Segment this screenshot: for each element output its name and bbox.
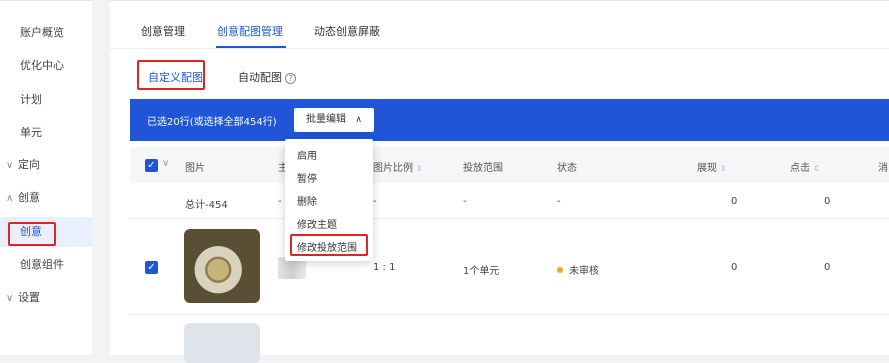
status-text: 未审核 <box>569 266 599 277</box>
batch-edit-button[interactable]: 批量编辑 ∧ <box>294 108 374 132</box>
total-theme: - <box>278 196 282 207</box>
row-clicks: 0 <box>824 262 831 273</box>
sidebar-item-unit[interactable]: 单元 <box>0 118 92 148</box>
main-panel: 创意管理 创意配图管理 动态创意屏蔽 自定义配图 自动配图? 已选20行(或选择… <box>110 0 889 363</box>
sidebar-group-settings[interactable]: ∨ 设置 <box>0 283 92 313</box>
sidebar-item-label: 创意组件 <box>20 258 64 271</box>
column-header-label: 展现 <box>697 163 717 174</box>
menu-item-pause[interactable]: 暂停 <box>297 170 317 185</box>
total-status: - <box>557 196 561 207</box>
sidebar-item-label: 单元 <box>20 126 42 139</box>
tab-creative-management[interactable]: 创意管理 <box>141 23 185 39</box>
status-dot-icon <box>557 267 563 273</box>
row-ratio: 1 : 1 <box>373 262 396 273</box>
select-all-checkbox[interactable]: ✓ <box>145 159 158 172</box>
subtab-auto-images[interactable]: 自动配图? <box>238 69 296 85</box>
column-header-status: 状态 <box>557 163 577 174</box>
sidebar-item-label: 创意 <box>18 191 40 204</box>
sort-icon: ⇕ <box>720 164 727 173</box>
sidebar-item-creative-components[interactable]: 创意组件 <box>0 250 92 280</box>
chevron-down-icon[interactable]: ∨ <box>162 158 169 169</box>
sidebar-item-account-overview[interactable]: 账户概览 <box>0 18 92 48</box>
sidebar-item-label: 优化中心 <box>20 59 64 72</box>
tab-bar: 创意管理 创意配图管理 动态创意屏蔽 <box>110 1 889 49</box>
column-header-ratio[interactable]: 图片比例 ⇕ <box>373 159 423 174</box>
menu-item-enable[interactable]: 启用 <box>297 147 317 162</box>
column-header-clicks[interactable]: 点击 ⇕ <box>790 159 820 174</box>
row-scope[interactable]: 1个单元 <box>463 262 499 277</box>
sidebar-item-label: 计划 <box>20 93 42 106</box>
active-tab-underline <box>216 46 286 48</box>
tab-dynamic-creative-blocking[interactable]: 动态创意屏蔽 <box>314 23 380 39</box>
sidebar-item-label: 设置 <box>18 291 40 304</box>
tab-creative-image-management[interactable]: 创意配图管理 <box>217 23 283 39</box>
batch-edit-dropdown-menu: 启用 暂停 删除 修改主题 修改投放范围 <box>285 139 373 261</box>
sort-icon: ⇕ <box>813 164 820 173</box>
total-ratio: - <box>373 196 377 207</box>
row-impressions: 0 <box>731 262 738 273</box>
selection-count-text[interactable]: 已选20行(或选择全部454行) <box>147 113 277 128</box>
chevron-down-icon: ∨ <box>6 293 14 304</box>
sidebar-group-targeting[interactable]: ∨ 定向 <box>0 150 92 180</box>
total-label: 总计-454 <box>185 200 228 211</box>
column-header-label: 图片比例 <box>373 163 413 174</box>
sidebar-item-plan[interactable]: 计划 <box>0 85 92 115</box>
total-scope: - <box>463 196 467 207</box>
highlight-box-custom-images <box>137 60 205 90</box>
app-window: 账户概览 优化中心 计划 单元 ∨ 定向 ∧ 创意 创意 创意组件 ∨ 设置 创意管理… <box>0 0 889 363</box>
sidebar-item-label: 定向 <box>18 158 40 171</box>
menu-item-delete[interactable]: 删除 <box>297 193 317 208</box>
sidebar: 账户概览 优化中心 计划 单元 ∨ 定向 ∧ 创意 创意 创意组件 ∨ 设置 <box>0 0 92 355</box>
creative-thumbnail-image[interactable] <box>184 323 260 363</box>
table-header: ✓ ∨ 图片 主 图片比例 ⇕ 投放范围 状态 展现 ⇕ 点击 ⇕ 消 <box>130 147 889 183</box>
total-impressions: 0 <box>731 196 738 207</box>
subtab-label: 自动配图 <box>238 71 282 84</box>
total-clicks: 0 <box>824 196 831 207</box>
sidebar-item-label: 账户概览 <box>20 26 64 39</box>
highlight-box-modify-scope <box>290 234 368 256</box>
help-icon[interactable]: ? <box>285 73 296 84</box>
column-header-image: 图片 <box>185 163 205 174</box>
column-header-cut: 消 <box>878 163 888 174</box>
batch-edit-label: 批量编辑 <box>306 114 346 125</box>
menu-item-modify-theme[interactable]: 修改主题 <box>297 216 337 231</box>
row-checkbox[interactable]: ✓ <box>145 261 158 274</box>
chevron-up-icon: ∧ <box>6 193 14 204</box>
chevron-up-icon: ∧ <box>355 115 362 125</box>
bulk-action-bar: 已选20行(或选择全部454行) 批量编辑 ∧ <box>130 99 889 141</box>
sidebar-group-creative[interactable]: ∧ 创意 <box>0 183 92 213</box>
row-status: 未审核 <box>557 262 599 277</box>
highlight-box-creative <box>8 222 56 246</box>
column-header-label: 点击 <box>790 163 810 174</box>
creative-thumbnail-image[interactable] <box>184 229 260 303</box>
table-total-row: 总计-454 - - - - 0 0 <box>130 183 889 219</box>
column-header-scope: 投放范围 <box>463 163 503 174</box>
sort-icon: ⇕ <box>416 164 423 173</box>
column-header-impressions[interactable]: 展现 ⇕ <box>697 159 727 174</box>
chevron-down-icon: ∨ <box>6 160 14 171</box>
sidebar-item-optimization-center[interactable]: 优化中心 <box>0 51 92 81</box>
